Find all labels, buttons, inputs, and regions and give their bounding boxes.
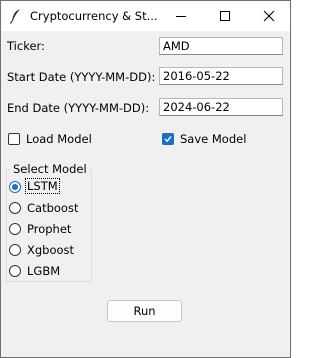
ticker-input[interactable]: AMD — [159, 37, 283, 55]
run-button[interactable]: Run — [107, 300, 182, 322]
save-model-checkbox[interactable] — [162, 133, 174, 145]
app-window: Cryptocurrency & St... Ticker: AMD Start… — [0, 0, 291, 358]
feather-icon — [9, 8, 23, 24]
close-button[interactable] — [247, 1, 291, 31]
load-model-checkbox[interactable] — [8, 133, 20, 145]
select-model-title: Select Model — [11, 162, 89, 176]
radio-prophet[interactable] — [9, 223, 21, 235]
radio-lstm[interactable] — [9, 181, 21, 193]
minimize-icon — [176, 16, 186, 17]
radio-xgboost[interactable] — [9, 244, 21, 256]
radio-label-xgboost[interactable]: Xgboost — [27, 243, 74, 257]
checkmark-icon — [164, 136, 172, 143]
minimize-button[interactable] — [159, 1, 203, 31]
window-title: Cryptocurrency & St... — [30, 9, 158, 23]
maximize-button[interactable] — [203, 1, 247, 31]
title-bar[interactable]: Cryptocurrency & St... — [1, 1, 290, 31]
close-icon — [263, 10, 275, 22]
radio-catboost[interactable] — [9, 202, 21, 214]
end-date-label: End Date (YYYY-MM-DD): — [7, 101, 150, 115]
radio-lgbm[interactable] — [9, 265, 21, 277]
start-date-label: Start Date (YYYY-MM-DD): — [7, 70, 156, 84]
ticker-label: Ticker: — [7, 39, 45, 53]
load-model-label[interactable]: Load Model — [26, 132, 92, 146]
end-date-input[interactable]: 2024-06-22 — [159, 98, 283, 116]
save-model-label[interactable]: Save Model — [180, 132, 246, 146]
radio-label-catboost[interactable]: Catboost — [27, 201, 78, 215]
radio-label-lstm[interactable]: LSTM — [25, 178, 60, 194]
start-date-input[interactable]: 2016-05-22 — [159, 67, 283, 85]
maximize-icon — [220, 11, 230, 21]
radio-label-prophet[interactable]: Prophet — [27, 222, 71, 236]
radio-label-lgbm[interactable]: LGBM — [27, 264, 60, 278]
